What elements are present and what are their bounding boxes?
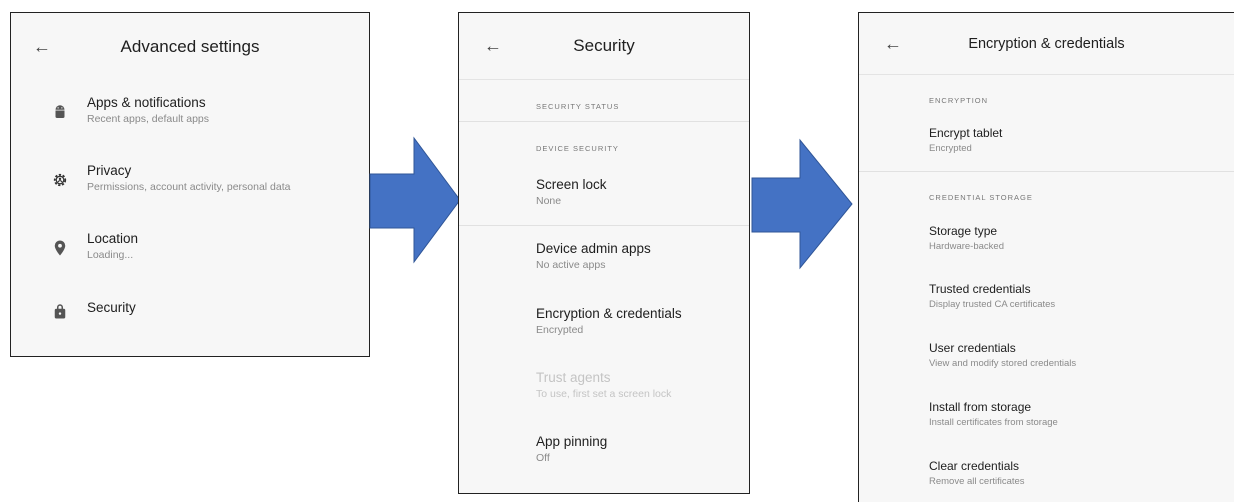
security-status-header: SECURITY STATUS — [536, 102, 620, 111]
back-arrow-icon[interactable]: ← — [484, 36, 502, 57]
apps-notifications-summary: Recent apps, default apps — [87, 113, 210, 125]
storage-type-title: Storage type — [929, 224, 998, 238]
security-appbar: ← Security — [459, 13, 749, 80]
app-pinning-summary: Off — [536, 452, 550, 464]
back-arrow-icon[interactable]: ← — [884, 33, 902, 54]
trust-agents-title: Trust agents — [536, 370, 611, 385]
security-title: Security — [87, 300, 136, 315]
encrypt-tablet-title: Encrypt tablet — [929, 126, 1003, 140]
page-title: Encryption & credentials — [968, 35, 1125, 52]
page-title: Advanced settings — [120, 37, 260, 56]
flow-arrow-1-icon — [369, 136, 461, 264]
trusted-credentials-summary: Display trusted CA certificates — [929, 299, 1056, 310]
device-admin-apps-title: Device admin apps — [536, 241, 651, 256]
clear-credentials-title: Clear credentials — [929, 459, 1020, 473]
location-title: Location — [87, 231, 139, 246]
apps-notifications-title: Apps & notifications — [87, 95, 206, 110]
location-pin-icon — [54, 240, 66, 256]
privacy-title: Privacy — [87, 163, 132, 178]
back-arrow-icon[interactable]: ← — [33, 37, 51, 58]
security-panel: ← Security SECURITY STATUS DEVICE SECURI… — [458, 12, 750, 494]
security-item[interactable]: Security — [11, 300, 369, 340]
divider — [859, 171, 1234, 172]
location-summary: Loading... — [87, 249, 134, 261]
install-from-storage-title: Install from storage — [929, 400, 1032, 414]
install-from-storage-summary: Install certificates from storage — [929, 417, 1058, 428]
clear-credentials-summary: Remove all certificates — [929, 476, 1025, 487]
storage-type-summary: Hardware-backed — [929, 241, 1004, 252]
apps-notifications-item[interactable]: Apps & notifications Recent apps, defaul… — [11, 95, 369, 141]
device-admin-apps-summary: No active apps — [536, 259, 606, 271]
app-pinning-title: App pinning — [536, 434, 608, 449]
privacy-summary: Permissions, account activity, personal … — [87, 181, 291, 193]
privacy-gear-icon — [53, 173, 67, 187]
encryption-credentials-panel: ← Encryption & credentials ENCRYPTION En… — [858, 12, 1234, 502]
divider — [459, 225, 749, 226]
user-credentials-summary: View and modify stored credentials — [929, 358, 1077, 369]
device-security-header: DEVICE SECURITY — [536, 144, 619, 153]
location-item[interactable]: Location Loading... — [11, 231, 369, 277]
trust-agents-summary: To use, first set a screen lock — [536, 388, 672, 400]
user-credentials-title: User credentials — [929, 341, 1016, 355]
lock-icon — [54, 304, 66, 319]
page-title: Security — [573, 36, 635, 55]
advanced-settings-panel: ← Advanced settings Apps & notifications… — [10, 12, 370, 357]
encrypt-tablet-summary: Encrypted — [929, 143, 972, 154]
divider — [459, 121, 749, 122]
encryption-header: ENCRYPTION — [929, 96, 989, 105]
screen-lock-title: Screen lock — [536, 177, 607, 192]
privacy-item[interactable]: Privacy Permissions, account activity, p… — [11, 163, 369, 209]
credential-storage-header: CREDENTIAL STORAGE — [929, 193, 1033, 202]
encryption-appbar: ← Encryption & credentials — [859, 13, 1234, 75]
encryption-credentials-summary: Encrypted — [536, 324, 584, 336]
android-icon — [55, 105, 65, 118]
flow-arrow-2-icon — [751, 138, 853, 270]
advanced-settings-appbar: ← Advanced settings — [11, 13, 369, 81]
screen-lock-summary: None — [536, 195, 562, 207]
trusted-credentials-title: Trusted credentials — [929, 282, 1031, 296]
encryption-credentials-title: Encryption & credentials — [536, 306, 682, 321]
